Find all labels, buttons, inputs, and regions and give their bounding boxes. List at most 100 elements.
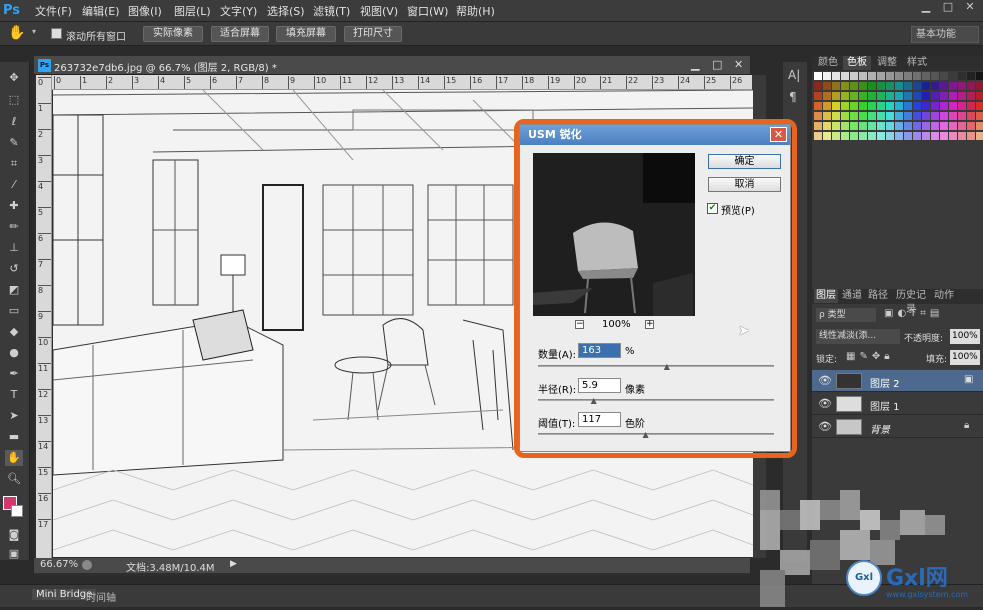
color-swatch[interactable] [940, 82, 948, 90]
color-swatch[interactable] [868, 102, 876, 110]
doc-maximize-icon[interactable]: □ [712, 58, 722, 71]
color-swatch[interactable] [940, 72, 948, 80]
color-swatch[interactable] [877, 102, 885, 110]
color-swatch[interactable] [868, 82, 876, 90]
color-swatch[interactable] [967, 72, 975, 80]
color-swatch[interactable] [850, 132, 858, 140]
color-swatch[interactable] [877, 92, 885, 100]
color-swatch[interactable] [841, 102, 849, 110]
zoom-in-icon[interactable]: + [645, 320, 654, 329]
color-swatch[interactable] [877, 132, 885, 140]
color-swatch[interactable] [940, 132, 948, 140]
color-swatch[interactable] [922, 72, 930, 80]
tab-channels[interactable]: 通道 [840, 289, 864, 303]
layer-row[interactable]: 👁︎ 图层 1 [812, 393, 983, 415]
color-swatch[interactable] [967, 82, 975, 90]
color-swatch[interactable] [949, 72, 957, 80]
tab-color[interactable]: 颜色 [814, 56, 842, 70]
menu-edit[interactable]: 编辑(E) [82, 3, 120, 19]
menu-image[interactable]: 图像(I) [128, 3, 162, 19]
minimize-button[interactable]: ▁ [916, 0, 936, 14]
color-swatch[interactable] [868, 122, 876, 130]
color-swatch[interactable] [958, 122, 966, 130]
color-swatch[interactable] [868, 72, 876, 80]
color-swatch[interactable] [850, 102, 858, 110]
zoom-out-icon[interactable]: − [575, 320, 584, 329]
color-swatch[interactable] [859, 102, 867, 110]
menu-window[interactable]: 窗口(W) [407, 3, 448, 19]
close-button[interactable]: ✕ [960, 0, 980, 14]
color-swatch[interactable] [814, 122, 822, 130]
quick-mask-icon[interactable]: ◙ [5, 527, 23, 543]
color-swatch[interactable] [868, 112, 876, 120]
color-swatch[interactable] [958, 92, 966, 100]
doc-minimize-icon[interactable]: ▁ [691, 58, 699, 71]
color-swatch[interactable] [823, 92, 831, 100]
preview-checkbox[interactable]: ✔ [707, 203, 718, 214]
dodge-tool-icon[interactable]: ● [5, 345, 23, 361]
color-swatch[interactable] [976, 132, 983, 140]
color-swatch[interactable] [814, 132, 822, 140]
tab-history[interactable]: 历史记录 [892, 289, 930, 315]
color-swatch[interactable] [841, 132, 849, 140]
color-swatch[interactable] [823, 102, 831, 110]
gradient-tool-icon[interactable]: ▭ [5, 303, 23, 319]
color-swatch[interactable] [913, 102, 921, 110]
status-menu-arrow-icon[interactable]: ▶ [230, 559, 237, 569]
color-swatch[interactable] [913, 72, 921, 80]
color-swatch[interactable] [895, 112, 903, 120]
type-tool-icon[interactable]: T [5, 387, 23, 403]
layer-filter-icons[interactable]: ▣◐T⌗▤ [884, 308, 943, 319]
color-swatch[interactable] [940, 122, 948, 130]
threshold-slider-thumb[interactable]: ▲ [643, 431, 652, 439]
color-swatch[interactable] [859, 72, 867, 80]
color-swatch[interactable] [823, 132, 831, 140]
filter-preview[interactable] [533, 153, 695, 316]
color-swatch[interactable] [886, 82, 894, 90]
layer-row[interactable]: 👁︎ 背景 🔒︎ [812, 416, 983, 438]
path-select-tool-icon[interactable]: ➤ [5, 408, 23, 424]
ok-button[interactable]: 确定 [708, 154, 781, 169]
color-swatch[interactable] [958, 132, 966, 140]
tool-preset-chevron-icon[interactable]: ▾ [32, 27, 36, 36]
color-swatch[interactable] [832, 132, 840, 140]
color-swatch[interactable] [931, 92, 939, 100]
pen-tool-icon[interactable]: ✒ [5, 366, 23, 382]
actual-pixels-button[interactable]: 实际像素 [143, 26, 203, 42]
color-swatch[interactable] [868, 92, 876, 100]
color-swatch[interactable] [958, 72, 966, 80]
layer-name[interactable]: 图层 1 [870, 398, 900, 413]
color-swatch[interactable] [913, 92, 921, 100]
color-swatch[interactable] [967, 132, 975, 140]
color-swatch[interactable] [850, 82, 858, 90]
hand-tool-icon[interactable]: ✋ [8, 25, 25, 41]
menu-view[interactable]: 视图(V) [360, 3, 398, 19]
threshold-input[interactable]: 117 [578, 412, 621, 427]
opacity-input[interactable]: 100% [950, 329, 980, 344]
eye-icon[interactable]: 👁︎ [818, 397, 832, 410]
tab-timeline[interactable]: 时间轴 [86, 589, 116, 604]
maximize-button[interactable]: □ [938, 0, 958, 14]
color-swatch[interactable] [949, 102, 957, 110]
amount-slider-track[interactable] [538, 365, 774, 367]
menu-type[interactable]: 文字(Y) [220, 3, 257, 19]
radius-input[interactable]: 5.9 [578, 378, 621, 393]
tab-layers[interactable]: 图层 [814, 289, 838, 303]
layer-filter-select[interactable]: ρ 类型 [816, 308, 876, 322]
menu-select[interactable]: 选择(S) [267, 3, 305, 19]
color-swatch[interactable] [850, 112, 858, 120]
color-swatch[interactable] [904, 82, 912, 90]
color-swatch[interactable] [958, 112, 966, 120]
workspace-select[interactable]: 基本功能 [911, 26, 979, 43]
color-swatch[interactable] [877, 112, 885, 120]
color-swatch[interactable] [859, 112, 867, 120]
color-swatch[interactable] [841, 92, 849, 100]
color-swatch[interactable] [922, 102, 930, 110]
color-swatch[interactable] [922, 132, 930, 140]
color-swatch[interactable] [841, 122, 849, 130]
color-swatch[interactable] [904, 132, 912, 140]
lasso-tool-icon[interactable]: ℓ [5, 114, 23, 130]
color-swatch[interactable] [877, 82, 885, 90]
color-swatch[interactable] [976, 72, 983, 80]
color-swatch[interactable] [913, 82, 921, 90]
